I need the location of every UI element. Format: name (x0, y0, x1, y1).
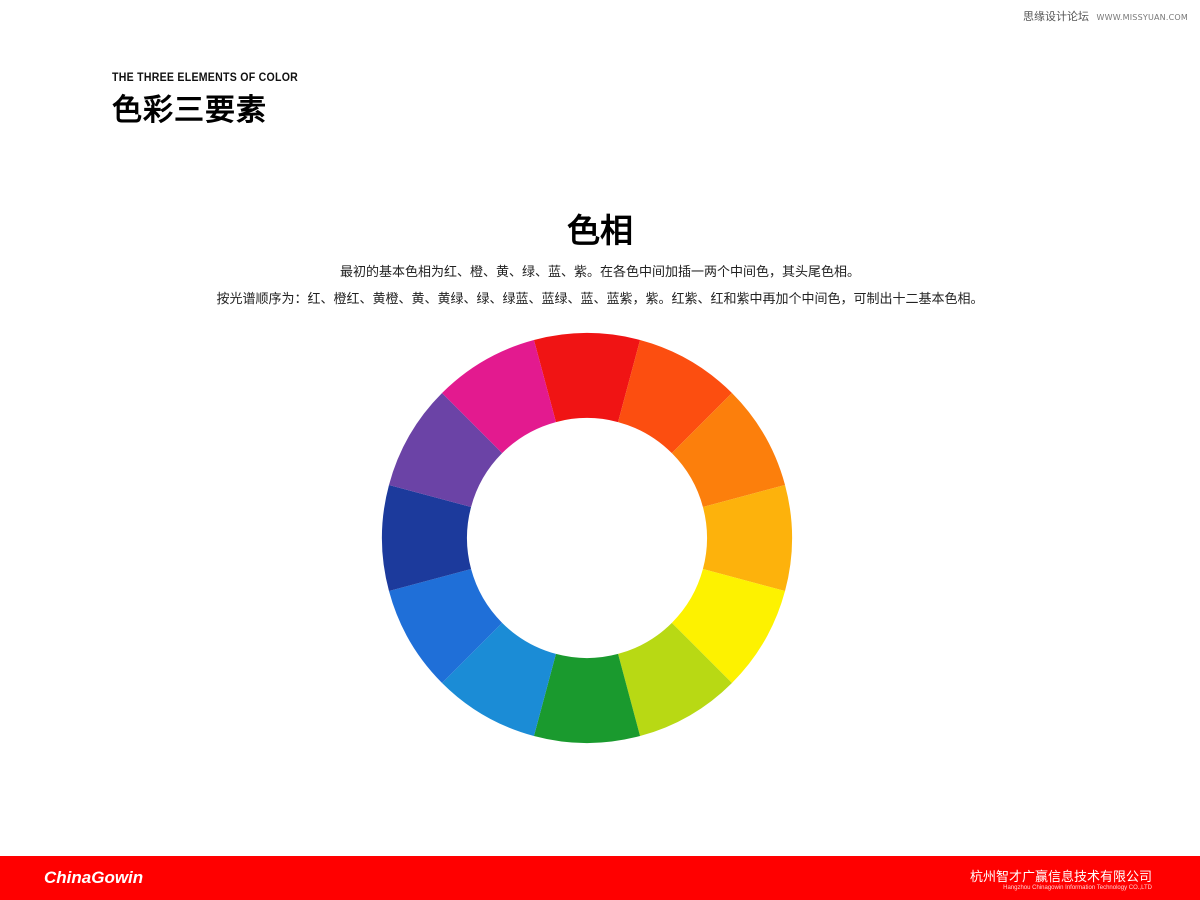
color-wheel (382, 333, 792, 743)
watermark: 思缘设计论坛 WWW.MISSYUAN.COM (1023, 8, 1188, 24)
watermark-site-url: WWW.MISSYUAN.COM (1096, 13, 1188, 22)
footer-company-name-en: Hangzhou Chinagowin Information Technolo… (1003, 885, 1152, 891)
section-description-line-1: 最初的基本色相为红、橙、黄、绿、蓝、紫。在各色中间加插一两个中间色，其头尾色相。 (339, 265, 860, 280)
page-subtitle-en: THE THREE ELEMENTS OF COLOR (112, 70, 299, 84)
section-description-line-2: 按光谱顺序为：红、橙红、黄橙、黄、黄绿、绿、绿蓝、蓝绿、蓝、蓝紫，紫。红紫、红和… (216, 292, 984, 307)
page-heading: THE THREE ELEMENTS OF COLOR 色彩三要素 (112, 70, 323, 129)
footer-logo: ChinaGowin (44, 868, 144, 887)
watermark-site-name: 思缘设计论坛 (1022, 10, 1089, 23)
footer-company-name: 杭州智才广赢信息技术有限公司 (969, 870, 1152, 885)
page-title: 色彩三要素 (112, 93, 267, 128)
section-title: 色相 (567, 211, 633, 250)
footer-bar: ChinaGowin 杭州智才广赢信息技术有限公司 Hangzhou China… (0, 856, 1200, 900)
